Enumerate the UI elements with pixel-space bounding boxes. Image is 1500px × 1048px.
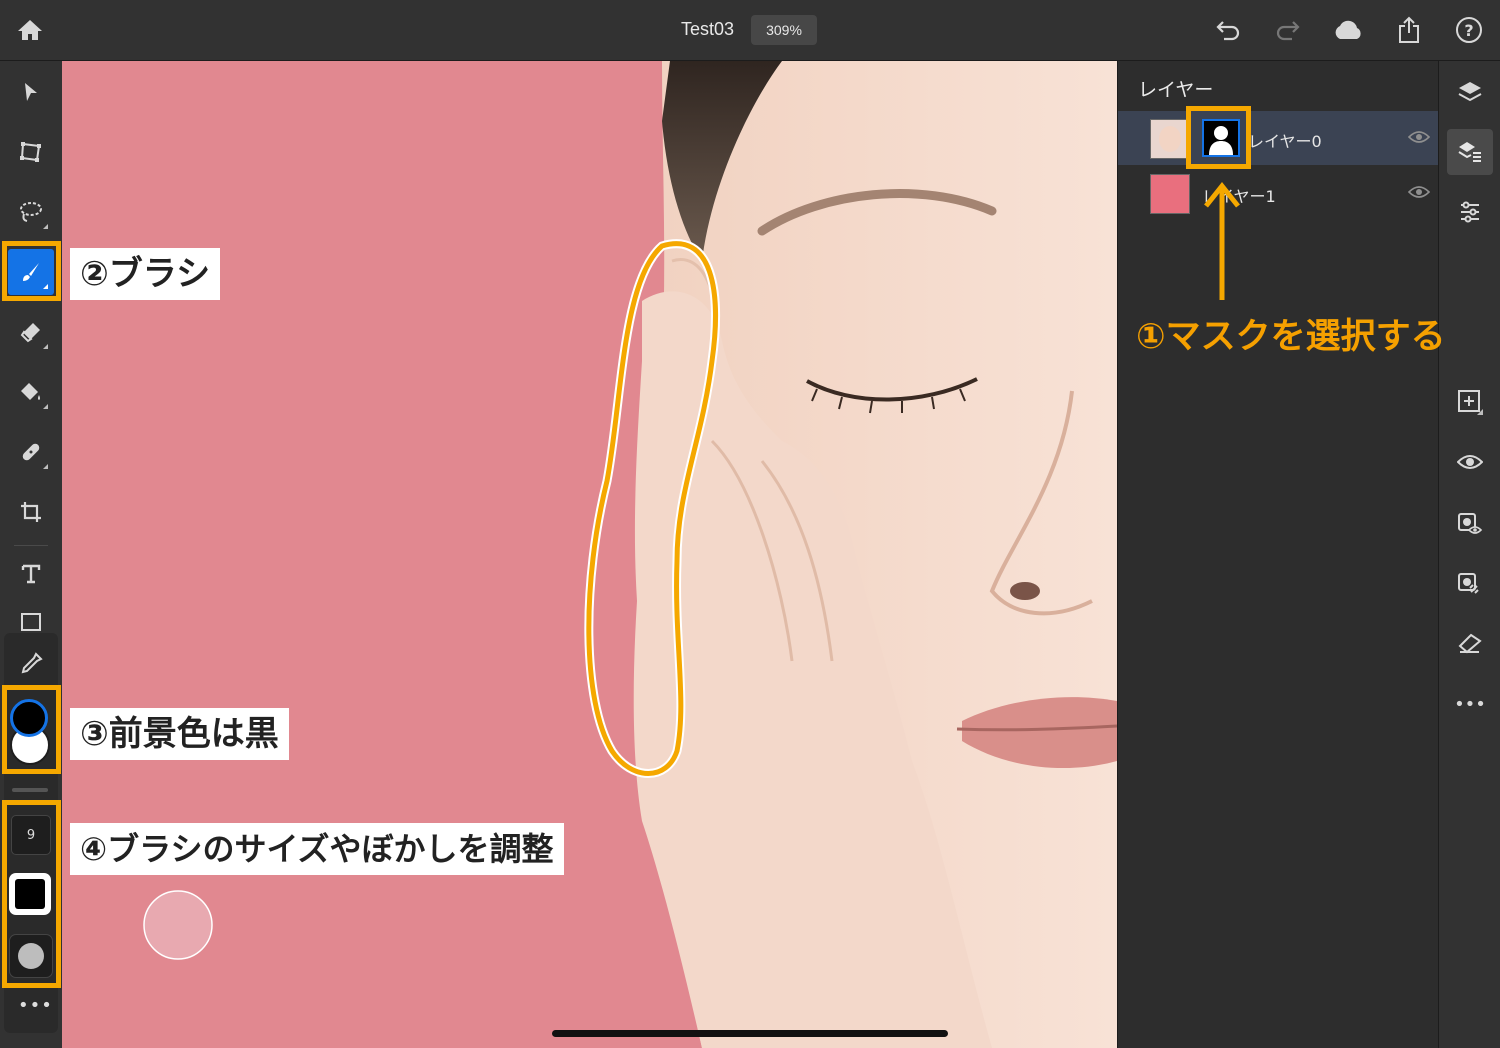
home-icon[interactable] — [14, 14, 46, 46]
paint-bucket-icon[interactable] — [8, 369, 54, 415]
more-tools-icon[interactable]: ••• — [18, 995, 52, 1016]
mask-highlight-box — [1186, 106, 1251, 169]
step3-label: ③前景色は黒 — [70, 708, 289, 760]
step2-label: ②ブラシ — [70, 248, 221, 300]
photo-canvas — [143, 61, 1117, 1048]
document-title: Test03 — [681, 19, 735, 39]
eyedropper-icon[interactable] — [8, 641, 54, 687]
select-icon[interactable] — [8, 69, 54, 115]
redo-icon[interactable] — [1272, 14, 1304, 46]
layer-properties-icon[interactable] — [1447, 129, 1493, 175]
eye-icon[interactable] — [1407, 129, 1431, 148]
lasso-icon[interactable] — [8, 189, 54, 235]
right-rail: ••• — [1438, 61, 1500, 1048]
layers-panel: レイヤー レイヤー0 レイヤー1 — [1117, 61, 1439, 1048]
undo-icon[interactable] — [1212, 14, 1244, 46]
share-icon[interactable] — [1393, 14, 1425, 46]
step1-label: ①マスクを選択する — [1136, 317, 1446, 357]
help-icon[interactable]: ? — [1453, 14, 1485, 46]
visibility-icon[interactable] — [1447, 439, 1493, 485]
cloud-icon[interactable] — [1332, 14, 1364, 46]
crop-icon[interactable] — [8, 489, 54, 535]
brush-settings-highlight-box — [2, 800, 61, 988]
color-highlight-box — [2, 685, 61, 774]
layer-name: レイヤー0 — [1248, 132, 1322, 151]
svg-text:?: ? — [1464, 21, 1473, 40]
place-image-icon[interactable] — [8, 611, 54, 631]
type-icon[interactable] — [8, 551, 54, 597]
add-layer-icon[interactable] — [1447, 379, 1493, 425]
canvas[interactable] — [62, 61, 1117, 1048]
step4-label: ④ブラシのサイズやぼかしを調整 — [70, 823, 564, 875]
home-indicator — [552, 1030, 948, 1037]
layer-row[interactable]: レイヤー1 — [1118, 166, 1439, 220]
healing-icon[interactable] — [8, 429, 54, 475]
top-bar: Test03 309% ? — [0, 0, 1500, 61]
mask-visibility-icon[interactable] — [1447, 501, 1493, 547]
adjustments-icon[interactable] — [1447, 189, 1493, 235]
brush-highlight-box — [2, 241, 61, 301]
panel-grabber — [12, 788, 48, 792]
layer-thumbnail[interactable] — [1150, 174, 1190, 214]
layers-panel-title: レイヤー — [1138, 79, 1214, 101]
layers-icon[interactable] — [1447, 69, 1493, 115]
more-icon[interactable]: ••• — [1447, 681, 1493, 727]
clear-mask-icon[interactable] — [1447, 621, 1493, 667]
eye-icon[interactable] — [1407, 184, 1431, 203]
link-mask-icon[interactable] — [1447, 561, 1493, 607]
eraser-icon[interactable] — [8, 309, 54, 355]
transform-icon[interactable] — [8, 129, 54, 175]
layer-row[interactable]: レイヤー0 — [1118, 111, 1439, 165]
arrow-up-icon — [1204, 181, 1240, 300]
layer-thumbnail[interactable] — [1150, 119, 1190, 159]
zoom-level[interactable]: 309% — [751, 15, 817, 45]
